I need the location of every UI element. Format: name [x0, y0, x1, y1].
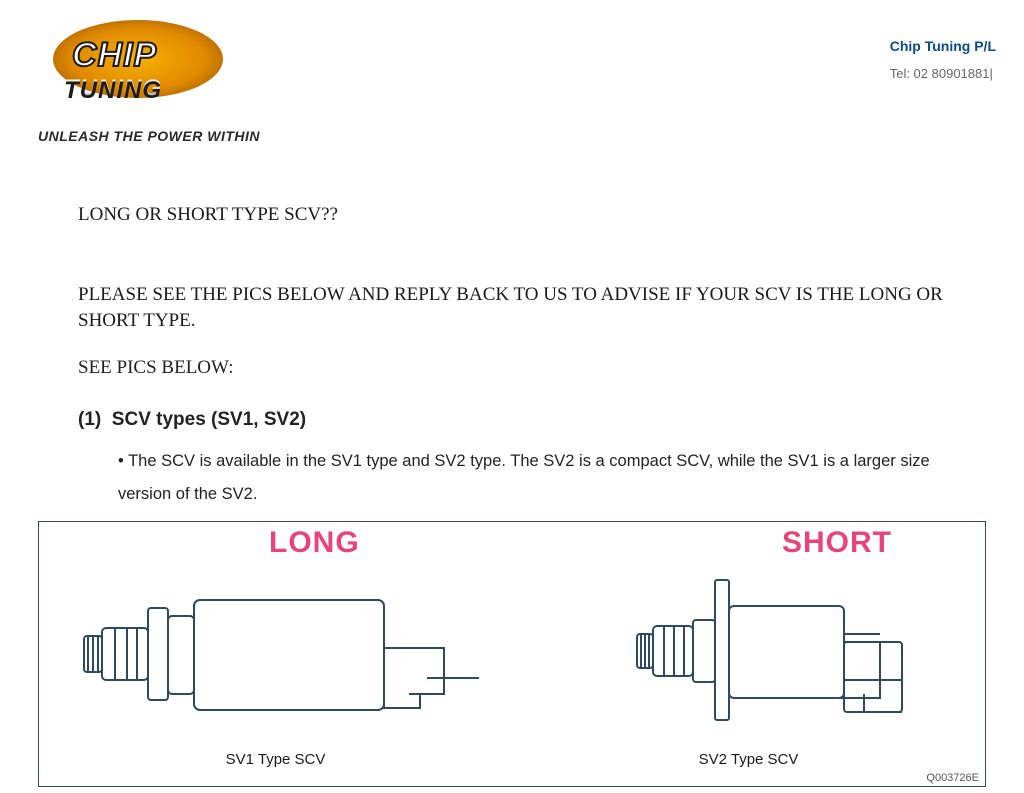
- figure-frame: LONG: [38, 521, 986, 787]
- bullet-text: The SCV is available in the SV1 type and…: [118, 445, 946, 511]
- see-pics-line: SEE PICS BELOW:: [78, 357, 946, 379]
- sv2-caption: SV2 Type SCV: [512, 751, 985, 768]
- section-heading: (1) SCV types (SV1, SV2): [78, 409, 946, 431]
- sv2-short-scv-icon: [632, 572, 952, 742]
- document-page: CHIP TUNING UNLEASH THE POWER WITHIN Chi…: [0, 0, 1024, 793]
- company-name: Chip Tuning P/L: [890, 38, 996, 54]
- question-line: LONG OR SHORT TYPE SCV??: [78, 204, 946, 226]
- figure-panel-short: SHORT: [512, 522, 985, 786]
- tagline: UNLEASH THE POWER WITHIN: [38, 128, 260, 144]
- logo: CHIP TUNING: [38, 20, 258, 98]
- short-label: SHORT: [782, 526, 892, 560]
- instruction-line: PLEASE SEE THE PICS BELOW AND REPLY BACK…: [78, 282, 946, 333]
- sv1-caption: SV1 Type SCV: [39, 751, 512, 768]
- figure-panel-long: LONG: [39, 522, 512, 786]
- long-label: LONG: [269, 526, 360, 560]
- section-title: SCV types (SV1, SV2): [112, 409, 306, 430]
- letterhead: CHIP TUNING UNLEASH THE POWER WITHIN Chi…: [0, 0, 1024, 160]
- section-number: (1): [78, 409, 101, 431]
- body-text: LONG OR SHORT TYPE SCV?? PLEASE SEE THE …: [0, 204, 1024, 511]
- sv1-long-scv-icon: [79, 578, 479, 738]
- logo-word-chip: CHIP: [72, 36, 157, 75]
- figure-code: Q003726E: [926, 772, 979, 784]
- logo-word-tuning: TUNING: [64, 75, 162, 103]
- company-block: Chip Tuning P/L Tel: 02 80901881|: [890, 38, 996, 81]
- phone-line: Tel: 02 80901881|: [890, 66, 996, 81]
